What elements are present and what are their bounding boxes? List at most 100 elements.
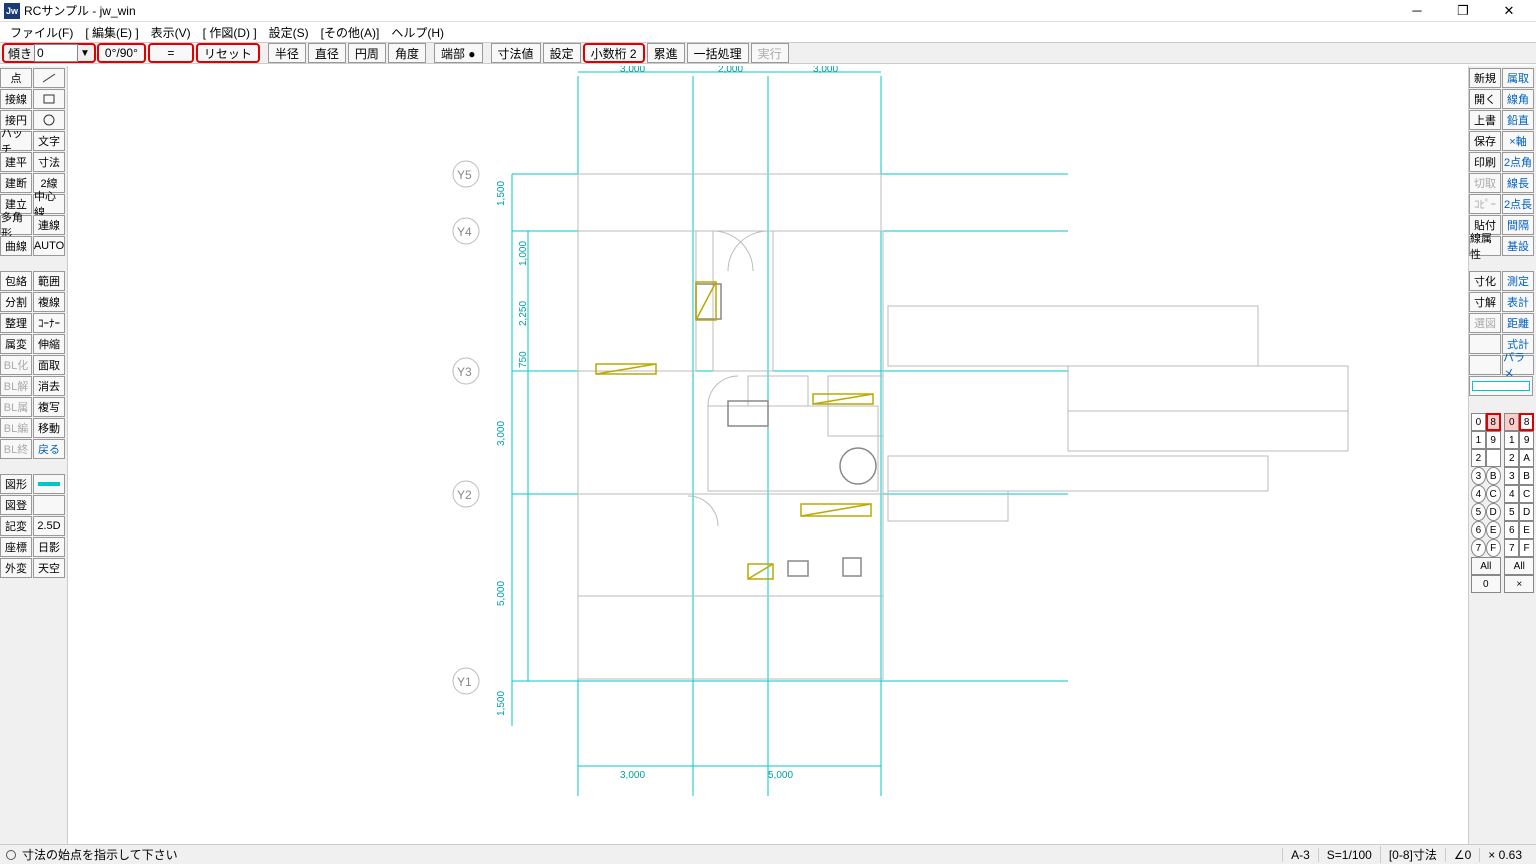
tool-属変[interactable]: 属変 xyxy=(0,334,32,354)
btn-reset[interactable]: リセット xyxy=(196,43,260,63)
rtool-寸解[interactable]: 寸解 xyxy=(1469,292,1501,312)
tool-blank[interactable] xyxy=(33,495,65,515)
tool-2.5D[interactable]: 2.5D xyxy=(33,516,65,536)
layer-0-3[interactable]: 3 xyxy=(1471,467,1486,485)
tool-図形[interactable]: 図形 xyxy=(0,474,32,494)
layer-2-7[interactable]: 7 xyxy=(1504,539,1519,557)
layer-3-4[interactable]: C xyxy=(1519,485,1534,503)
layer-3-2[interactable]: A xyxy=(1519,449,1534,467)
rtool-線属性[interactable]: 線属性 xyxy=(1469,236,1501,256)
tool-曲線[interactable]: 曲線 xyxy=(0,236,32,256)
tool-寸法[interactable]: 寸法 xyxy=(33,152,65,172)
rtool-鉛直[interactable]: 鉛直 xyxy=(1502,110,1534,130)
btn-setting[interactable]: 設定 xyxy=(543,43,581,63)
layer-1-6[interactable]: E xyxy=(1486,521,1501,539)
rtool-印刷[interactable]: 印刷 xyxy=(1469,152,1501,172)
tool-包絡[interactable]: 包絡 xyxy=(0,271,32,291)
tool-BL属[interactable]: BL属 xyxy=(0,397,32,417)
layer-3-7[interactable]: F xyxy=(1519,539,1534,557)
layer-2-5[interactable]: 5 xyxy=(1504,503,1519,521)
rtool-切取[interactable]: 切取 xyxy=(1469,173,1501,193)
menu-file[interactable]: ファイル(F) xyxy=(4,22,79,43)
layer-all-right[interactable]: All xyxy=(1504,557,1534,575)
tool-連線[interactable]: 連線 xyxy=(33,215,65,235)
tool-BL終[interactable]: BL終 xyxy=(0,439,32,459)
tool-BL化[interactable]: BL化 xyxy=(0,355,32,375)
tool-外変[interactable]: 外変 xyxy=(0,558,32,578)
tool-移動[interactable]: 移動 xyxy=(33,418,65,438)
tool-日影[interactable]: 日影 xyxy=(33,537,65,557)
layer-0-6[interactable]: 6 xyxy=(1471,521,1486,539)
btn-exec[interactable]: 実行 xyxy=(751,43,789,63)
tool-整理[interactable]: 整理 xyxy=(0,313,32,333)
layer-all-left[interactable]: All xyxy=(1471,557,1501,575)
layer-0-5[interactable]: 5 xyxy=(1471,503,1486,521)
maximize-button[interactable]: ❐ xyxy=(1440,0,1486,22)
rtool-測定[interactable]: 測定 xyxy=(1502,271,1534,291)
layer-1-4[interactable]: C xyxy=(1486,485,1501,503)
layer-0-7[interactable]: 7 xyxy=(1471,539,1486,557)
status-layer[interactable]: [0-8]寸法 xyxy=(1380,846,1445,863)
layer-1-7[interactable]: F xyxy=(1486,539,1501,557)
layer-3-3[interactable]: B xyxy=(1519,467,1534,485)
layer-2-3[interactable]: 3 xyxy=(1504,467,1519,485)
rtool-上書[interactable]: 上書 xyxy=(1469,110,1501,130)
rtool-開く[interactable]: 開く xyxy=(1469,89,1501,109)
menu-view[interactable]: 表示(V) xyxy=(145,22,197,43)
rtool-間隔[interactable]: 間隔 xyxy=(1502,215,1534,235)
btn-angle[interactable]: 角度 xyxy=(388,43,426,63)
layer-x[interactable]: × xyxy=(1504,575,1534,593)
layer-2-6[interactable]: 6 xyxy=(1504,521,1519,539)
layer-1-2[interactable] xyxy=(1486,449,1501,467)
layer-1-1[interactable]: 9 xyxy=(1486,431,1501,449)
rtool-線長[interactable]: 線長 xyxy=(1502,173,1534,193)
status-paper[interactable]: A-3 xyxy=(1282,848,1318,862)
tool-消去[interactable]: 消去 xyxy=(33,376,65,396)
rtool-blank[interactable] xyxy=(1469,334,1501,354)
layer-0-1[interactable]: 1 xyxy=(1471,431,1486,449)
rtool-基設[interactable]: 基設 xyxy=(1502,236,1534,256)
tool-点[interactable]: 点 xyxy=(0,68,32,88)
btn-dimval[interactable]: 寸法値 xyxy=(491,43,541,63)
tool-座標[interactable]: 座標 xyxy=(0,537,32,557)
layer-2-1[interactable]: 1 xyxy=(1504,431,1519,449)
rtool-×軸[interactable]: ×軸 xyxy=(1502,131,1534,151)
layer-1-0[interactable]: 8 xyxy=(1486,413,1501,431)
rtool-保存[interactable]: 保存 xyxy=(1469,131,1501,151)
rtool-2点角[interactable]: 2点角 xyxy=(1502,152,1534,172)
tool-ｺｰﾅｰ[interactable]: ｺｰﾅｰ xyxy=(33,313,65,333)
tool-範囲[interactable]: 範囲 xyxy=(33,271,65,291)
rtool-新規[interactable]: 新規 xyxy=(1469,68,1501,88)
rtool-寸化[interactable]: 寸化 xyxy=(1469,271,1501,291)
menu-other[interactable]: [その他(A)] xyxy=(315,22,386,43)
menu-draw[interactable]: [ 作図(D) ] xyxy=(197,22,263,43)
btn-circum[interactable]: 円周 xyxy=(348,43,386,63)
rtool-選図[interactable]: 選図 xyxy=(1469,313,1501,333)
layer-zero[interactable]: 0 xyxy=(1471,575,1501,593)
angle-input[interactable] xyxy=(34,44,78,62)
menu-edit[interactable]: [ 編集(E) ] xyxy=(79,22,144,43)
tool-面取[interactable]: 面取 xyxy=(33,355,65,375)
layer-3-6[interactable]: E xyxy=(1519,521,1534,539)
layer-0-0[interactable]: 0 xyxy=(1471,413,1486,431)
menu-help[interactable]: ヘルプ(H) xyxy=(385,22,450,43)
layer-0-4[interactable]: 4 xyxy=(1471,485,1486,503)
tool-図登[interactable]: 図登 xyxy=(0,495,32,515)
tool-記変[interactable]: 記変 xyxy=(0,516,32,536)
layer-0-2[interactable]: 2 xyxy=(1471,449,1486,467)
drawing-canvas[interactable]: Y5 Y4 Y3 Y2 Y1 3,000 2,000 3,000 3,000 5… xyxy=(68,66,1468,844)
minimize-button[interactable]: ─ xyxy=(1394,0,1440,22)
tool-文字[interactable]: 文字 xyxy=(33,131,65,151)
tool-建平[interactable]: 建平 xyxy=(0,152,32,172)
layer-3-5[interactable]: D xyxy=(1519,503,1534,521)
rtool-2点長[interactable]: 2点長 xyxy=(1502,194,1534,214)
close-button[interactable]: ✕ xyxy=(1486,0,1532,22)
status-zoom[interactable]: × 0.63 xyxy=(1479,848,1530,862)
menu-settings[interactable]: 設定(S) xyxy=(263,22,315,43)
rtool-属取[interactable]: 属取 xyxy=(1502,68,1534,88)
btn-batch[interactable]: 一括処理 xyxy=(687,43,749,63)
btn-endpoint[interactable]: 端部 ● xyxy=(434,43,483,63)
layer-1-5[interactable]: D xyxy=(1486,503,1501,521)
rtool-パラメ[interactable]: パラメ xyxy=(1502,355,1534,375)
rtool-ｺﾋﾟｰ[interactable]: ｺﾋﾟｰ xyxy=(1469,194,1501,214)
